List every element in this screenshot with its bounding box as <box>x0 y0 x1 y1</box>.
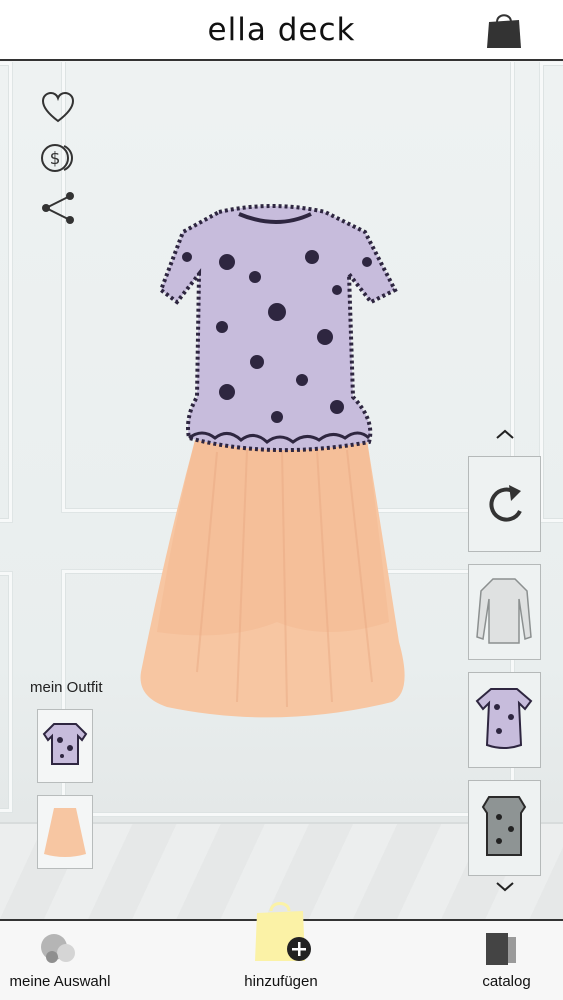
circles-icon <box>41 934 75 963</box>
tab-catalog[interactable]: catalog <box>450 921 563 1000</box>
bottom-nav: meine Auswahl hinzufügen catalog <box>0 902 563 1000</box>
tab-my-selection-label: meine Auswahl <box>9 973 111 990</box>
svg-text:$: $ <box>50 149 61 169</box>
tab-catalog-label: catalog <box>482 973 531 990</box>
catalog-item[interactable] <box>468 564 541 660</box>
shopping-bag-icon[interactable] <box>486 10 522 50</box>
outfit-preview <box>140 204 405 718</box>
chevron-up-icon[interactable] <box>492 426 518 442</box>
lace-top <box>158 204 398 453</box>
catalog-item[interactable] <box>468 780 541 876</box>
tab-add-label: hinzufügen <box>244 973 318 990</box>
app-title: ella deck <box>207 12 356 48</box>
my-outfit-label: mein Outfit <box>30 679 103 696</box>
tulle-skirt-thumbnail <box>44 808 86 857</box>
dressing-room-stage: $ mein Outfit <box>0 62 563 919</box>
tab-my-selection[interactable]: meine Auswahl <box>0 921 120 1000</box>
outfit-item-skirt[interactable] <box>37 795 93 869</box>
refresh-button[interactable] <box>468 456 541 552</box>
dollar-coin-icon[interactable]: $ <box>40 140 76 176</box>
tab-add[interactable]: hinzufügen <box>221 902 341 1000</box>
outfit-item-top[interactable] <box>37 709 93 783</box>
catalog-item[interactable] <box>468 672 541 768</box>
add-bag-icon <box>255 902 311 961</box>
heart-icon[interactable] <box>40 90 76 126</box>
grey-lace-longsleeve-thumbnail <box>476 578 532 644</box>
wall-panel <box>0 572 12 812</box>
lace-top-thumbnail <box>42 723 88 765</box>
lavender-lace-top-thumbnail <box>475 688 533 749</box>
app-header: ella deck <box>0 0 563 61</box>
catalog-cards-icon <box>486 933 516 965</box>
black-lace-sleeveless-thumbnail <box>481 796 527 856</box>
chevron-down-icon[interactable] <box>492 878 518 894</box>
wall-panel <box>0 62 12 522</box>
tulle-skirt <box>140 440 405 718</box>
share-icon[interactable] <box>40 190 76 226</box>
refresh-icon <box>489 485 522 522</box>
wall-panel <box>540 62 563 522</box>
